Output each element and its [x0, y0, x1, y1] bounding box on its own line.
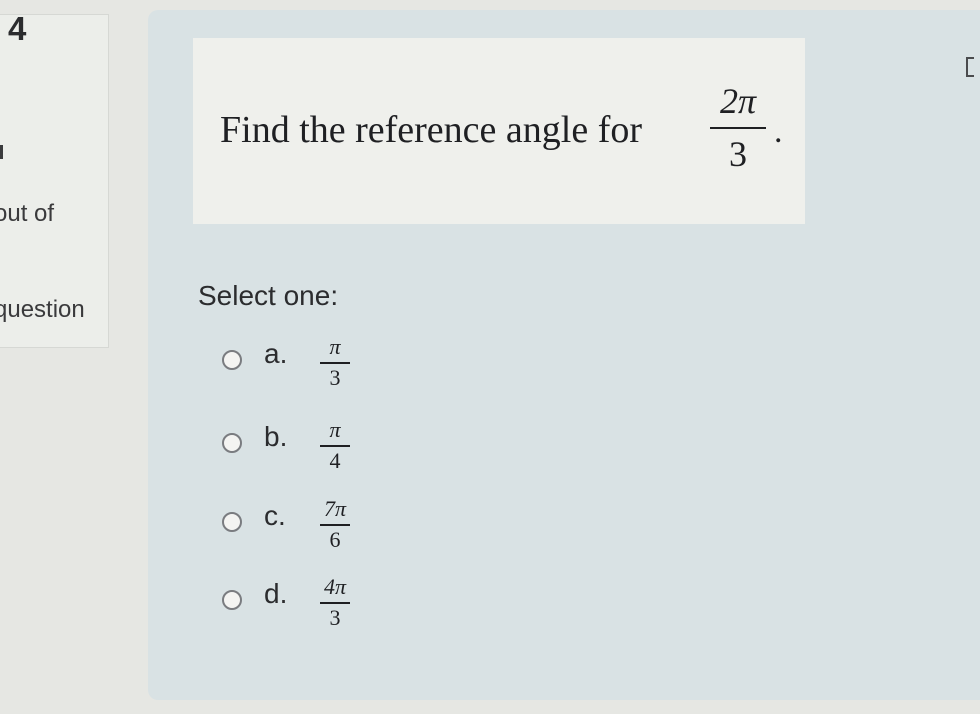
radio-button-icon[interactable] [222, 350, 242, 370]
radio-button-icon[interactable] [222, 433, 242, 453]
option-letter: d. [264, 578, 288, 609]
select-one-label: Select one: [198, 280, 339, 311]
question-fraction-denominator: 3 [729, 134, 747, 174]
option-denominator: 3 [329, 604, 341, 630]
option-letter: a. [264, 338, 288, 369]
radio-button-icon[interactable] [222, 512, 242, 532]
option-numerator: π [329, 417, 341, 442]
truncated-edge-glyph [966, 57, 974, 77]
fraction-bar [320, 445, 350, 447]
fraction-bar [710, 127, 766, 129]
option-letter: b. [264, 421, 288, 452]
question-fraction: 2π 3 [708, 83, 768, 172]
fraction-bar [320, 602, 350, 604]
option-numerator: π [329, 334, 341, 359]
option-denominator: 4 [329, 447, 341, 473]
fraction-bar [320, 524, 350, 526]
radio-button-icon[interactable] [222, 590, 242, 610]
question-number: 4 [8, 10, 27, 47]
option-numerator: 4π [323, 574, 347, 599]
question-status-mark [0, 145, 3, 159]
question-mark-out-of: out of [0, 200, 55, 227]
flag-question-link[interactable]: question [0, 296, 85, 324]
question-fraction-numerator: 2π [719, 81, 757, 121]
fraction-bar [320, 362, 350, 364]
answer-option-a[interactable]: a. π 3 [220, 336, 420, 420]
option-fraction: 7π 6 [318, 498, 352, 551]
option-denominator: 6 [329, 526, 341, 552]
answer-option-b[interactable]: b. π 4 [220, 419, 420, 503]
option-letter: c. [264, 500, 286, 531]
option-numerator: 7π [323, 496, 347, 521]
option-fraction: 4π 3 [318, 576, 352, 629]
option-fraction: π 4 [318, 419, 352, 472]
question-period: . [774, 113, 783, 150]
option-fraction: π 3 [318, 336, 352, 389]
answer-option-c[interactable]: c. 7π 6 [220, 498, 420, 582]
answer-option-d[interactable]: d. 4π 3 [220, 576, 420, 660]
option-denominator: 3 [329, 364, 341, 390]
question-text: Find the reference angle for [220, 109, 643, 151]
